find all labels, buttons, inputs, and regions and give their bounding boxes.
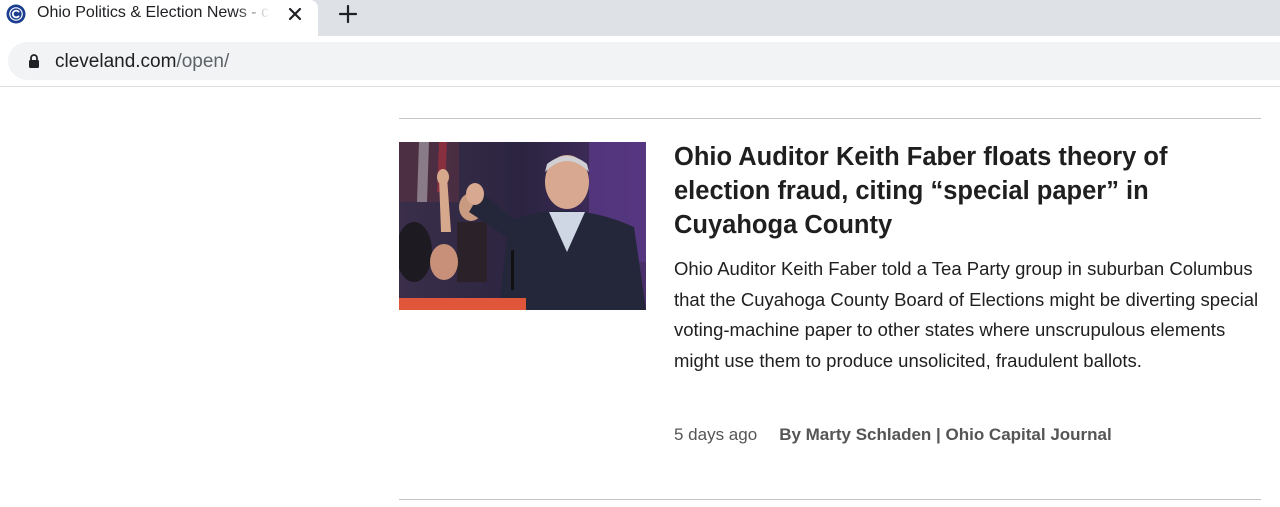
browser-tab-active[interactable]: Ohio Politics & Election News - clevelan… [0, 0, 318, 36]
lock-icon[interactable] [27, 53, 41, 69]
article-meta: 5 days ago By Marty Schladen | Ohio Capit… [674, 424, 1112, 446]
address-bar[interactable]: cleveland.com/open/ [8, 42, 1280, 80]
article-timestamp: 5 days ago [674, 425, 758, 444]
article-headline[interactable]: Ohio Auditor Keith Faber floats theory o… [674, 140, 1234, 242]
cleveland-c-logo-icon [6, 4, 26, 24]
url-path: /open/ [176, 51, 230, 72]
article-byline[interactable]: By Marty Schladen | Ohio Capital Journal [779, 425, 1112, 444]
divider-top [399, 118, 1261, 119]
tab-strip: Ohio Politics & Election News - clevelan… [0, 0, 1280, 36]
tab-title: Ohio Politics & Election News - clevelan… [37, 4, 270, 21]
plus-icon[interactable] [336, 2, 360, 26]
page-content: Ohio Auditor Keith Faber floats theory o… [0, 87, 1280, 507]
speaker-photo [399, 142, 646, 310]
article-image[interactable] [399, 142, 646, 310]
close-icon[interactable] [284, 3, 306, 25]
browser-toolbar: cleveland.com/open/ [0, 36, 1280, 87]
url-text[interactable]: cleveland.com/open/ [55, 51, 229, 73]
url-host: cleveland.com [55, 51, 177, 72]
divider-bottom [399, 499, 1261, 500]
article-summary: Ohio Auditor Keith Faber told a Tea Part… [674, 258, 1259, 371]
